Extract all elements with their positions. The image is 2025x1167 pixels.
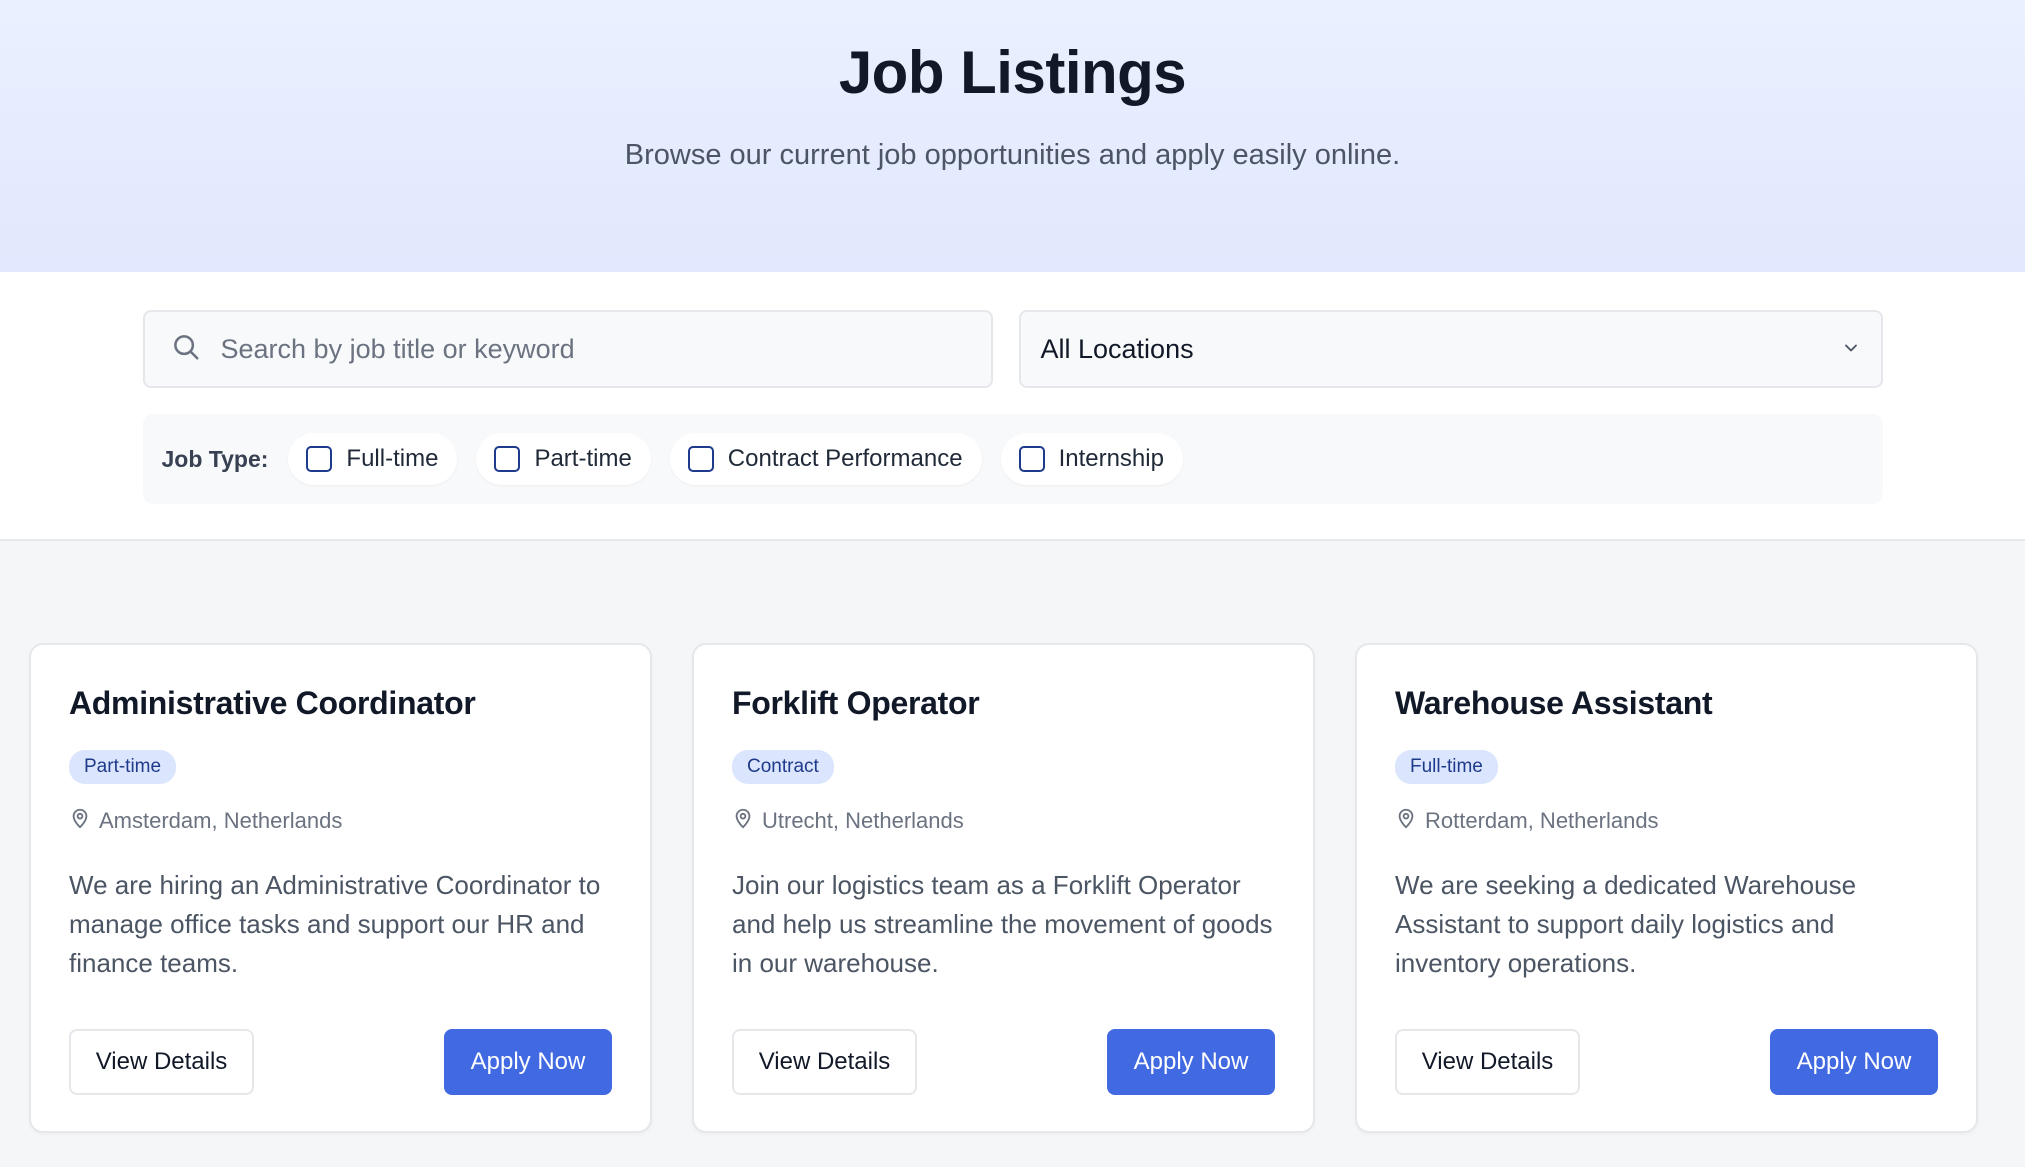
- job-location: Rotterdam, Netherlands: [1395, 806, 1938, 836]
- apply-now-button[interactable]: Apply Now: [1107, 1029, 1275, 1095]
- search-box[interactable]: [142, 310, 993, 388]
- checkbox[interactable]: [306, 446, 333, 472]
- job-type-badge: Full-time: [1395, 750, 1498, 784]
- location-select[interactable]: All Locations: [1018, 310, 1883, 388]
- search-row: All Locations: [142, 310, 1883, 388]
- job-title: Administrative Coordinator: [69, 685, 476, 721]
- page-title: Job Listings: [838, 39, 1187, 106]
- job-title: Warehouse Assistant: [1395, 685, 1713, 721]
- job-card: Warehouse Assistant Full-time Rotterdam,…: [1355, 643, 1978, 1133]
- filters-panel: All Locations Job Type: Full-time Part-t…: [0, 272, 2025, 541]
- job-card: Administrative Coordinator Part-time Ams…: [29, 643, 652, 1133]
- checkbox[interactable]: [1018, 446, 1045, 472]
- job-location-text: Rotterdam, Netherlands: [1425, 808, 1659, 833]
- job-location-text: Utrecht, Netherlands: [762, 808, 964, 833]
- hero-header: Job Listings Browse our current job oppo…: [0, 0, 2025, 272]
- job-title: Forklift Operator: [732, 685, 980, 721]
- location-select-value: All Locations: [1040, 333, 1194, 364]
- search-input[interactable]: [220, 333, 921, 365]
- job-location: Amsterdam, Netherlands: [69, 806, 612, 836]
- page-subtitle: Browse our current job opportunities and…: [624, 139, 1401, 171]
- job-type-option-part-time[interactable]: Part-time: [476, 433, 651, 485]
- job-type-badge: Contract: [732, 750, 834, 784]
- map-pin-icon: [1395, 806, 1417, 836]
- job-type-option-full-time[interactable]: Full-time: [288, 433, 458, 485]
- job-location: Utrecht, Netherlands: [732, 806, 1275, 836]
- job-type-option-label: Full-time: [346, 445, 439, 472]
- map-pin-icon: [69, 806, 91, 836]
- checkbox[interactable]: [494, 446, 521, 472]
- search-icon: [171, 332, 201, 367]
- job-actions: View Details Apply Now: [1395, 1029, 1938, 1095]
- job-type-option-label: Contract Performance: [727, 445, 963, 472]
- job-type-filter: Job Type: Full-time Part-time Contract P…: [142, 414, 1883, 504]
- apply-now-button[interactable]: Apply Now: [444, 1029, 612, 1095]
- job-type-option-label: Internship: [1058, 445, 1164, 472]
- job-type-label: Job Type:: [161, 445, 269, 472]
- view-details-button[interactable]: View Details: [732, 1029, 917, 1095]
- view-details-button[interactable]: View Details: [69, 1029, 254, 1095]
- job-type-option-label: Part-time: [534, 445, 632, 472]
- job-description: Join our logistics team as a Forklift Op…: [732, 870, 1273, 978]
- map-pin-icon: [732, 806, 754, 836]
- job-description: We are hiring an Administrative Coordina…: [69, 870, 601, 978]
- job-type-badge: Part-time: [69, 750, 177, 784]
- job-actions: View Details Apply Now: [69, 1029, 612, 1095]
- job-card: Forklift Operator Contract Utrecht, Neth…: [692, 643, 1315, 1133]
- job-location-text: Amsterdam, Netherlands: [99, 808, 343, 833]
- apply-now-button[interactable]: Apply Now: [1770, 1029, 1938, 1095]
- view-details-button[interactable]: View Details: [1395, 1029, 1580, 1095]
- checkbox[interactable]: [687, 446, 714, 472]
- job-type-option-contract-performance[interactable]: Contract Performance: [669, 433, 982, 485]
- job-description: We are seeking a dedicated Warehouse Ass…: [1395, 870, 1857, 978]
- job-cards-grid: Administrative Coordinator Part-time Ams…: [0, 541, 2025, 1133]
- job-type-option-internship[interactable]: Internship: [1000, 433, 1183, 485]
- job-actions: View Details Apply Now: [732, 1029, 1275, 1095]
- chevron-down-icon: [1841, 334, 1861, 365]
